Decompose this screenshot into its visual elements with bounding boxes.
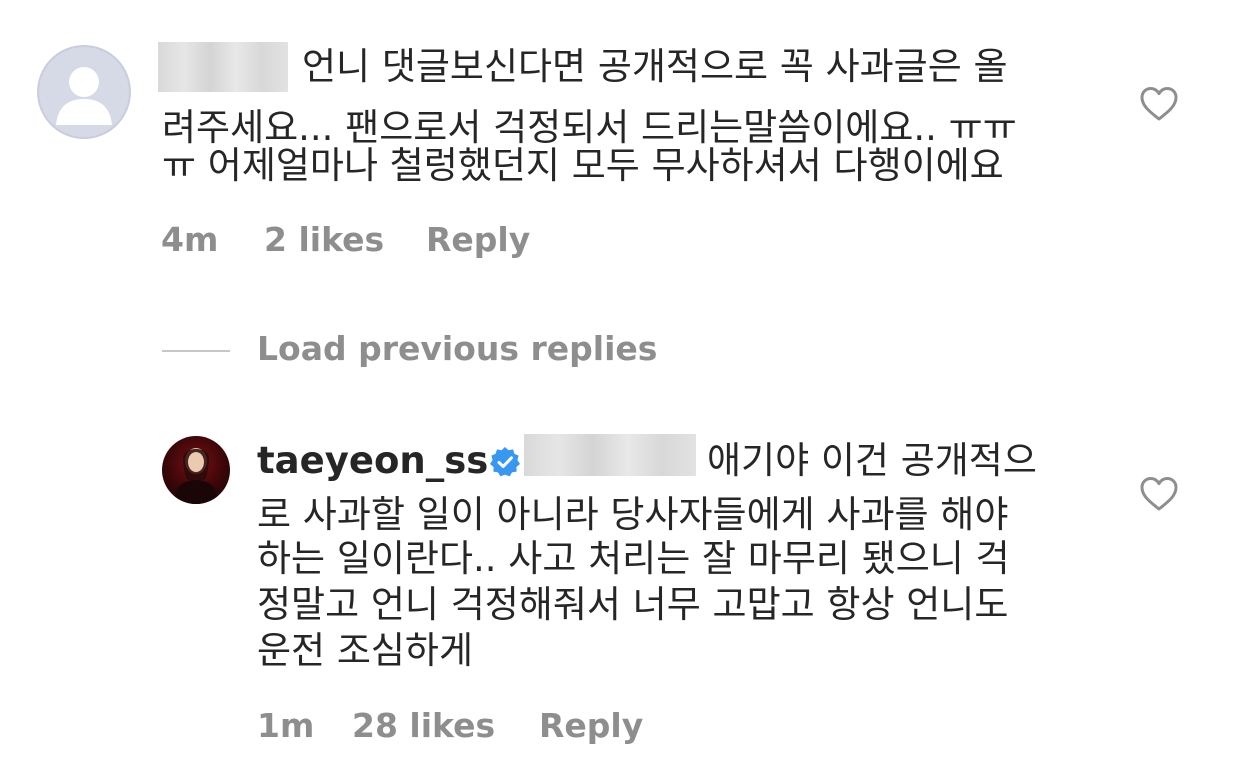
reply-time: 1m <box>257 706 315 745</box>
default-profile-icon[interactable] <box>37 45 131 139</box>
reply-text-line: 운전 조심하게 <box>257 629 474 672</box>
profile-photo-icon <box>172 448 220 504</box>
username-link[interactable]: taeyeon_ss <box>257 434 488 487</box>
avatar[interactable] <box>162 436 230 504</box>
divider-line <box>162 350 230 352</box>
reply-meta: 1m 28 likes Reply <box>0 706 1242 750</box>
comment-text-line: ㅠ 어제얼마나 철렁했던지 모두 무사하셔서 다행이에요 <box>162 144 1004 187</box>
comment-meta: 4m 2 likes Reply <box>0 220 1242 264</box>
reply-text-line: 애기야 이건 공개적으 <box>707 439 1037 482</box>
person-silhouette-icon <box>56 67 112 125</box>
likes-count-link[interactable]: 2 likes <box>264 220 384 259</box>
heart-outline-icon[interactable] <box>1139 86 1179 122</box>
comment-time: 4m <box>161 220 219 259</box>
likes-count-link[interactable]: 28 likes <box>352 706 495 745</box>
heart-outline-icon[interactable] <box>1139 476 1179 512</box>
load-previous-replies-button[interactable]: Load previous replies <box>257 329 657 368</box>
reply-button[interactable]: Reply <box>426 220 530 259</box>
reply-button[interactable]: Reply <box>539 706 643 745</box>
redacted-mention[interactable] <box>524 434 696 476</box>
comment-text-line: 언니 댓글보신다면 공개적으로 꼭 사과글은 올 <box>302 45 1008 88</box>
verified-badge-icon <box>490 447 520 477</box>
redacted-username[interactable] <box>158 42 288 92</box>
comments-thread: 언니 댓글보신다면 공개적으로 꼭 사과글은 올 려주세요... 팬으로서 걱정… <box>0 0 1242 771</box>
